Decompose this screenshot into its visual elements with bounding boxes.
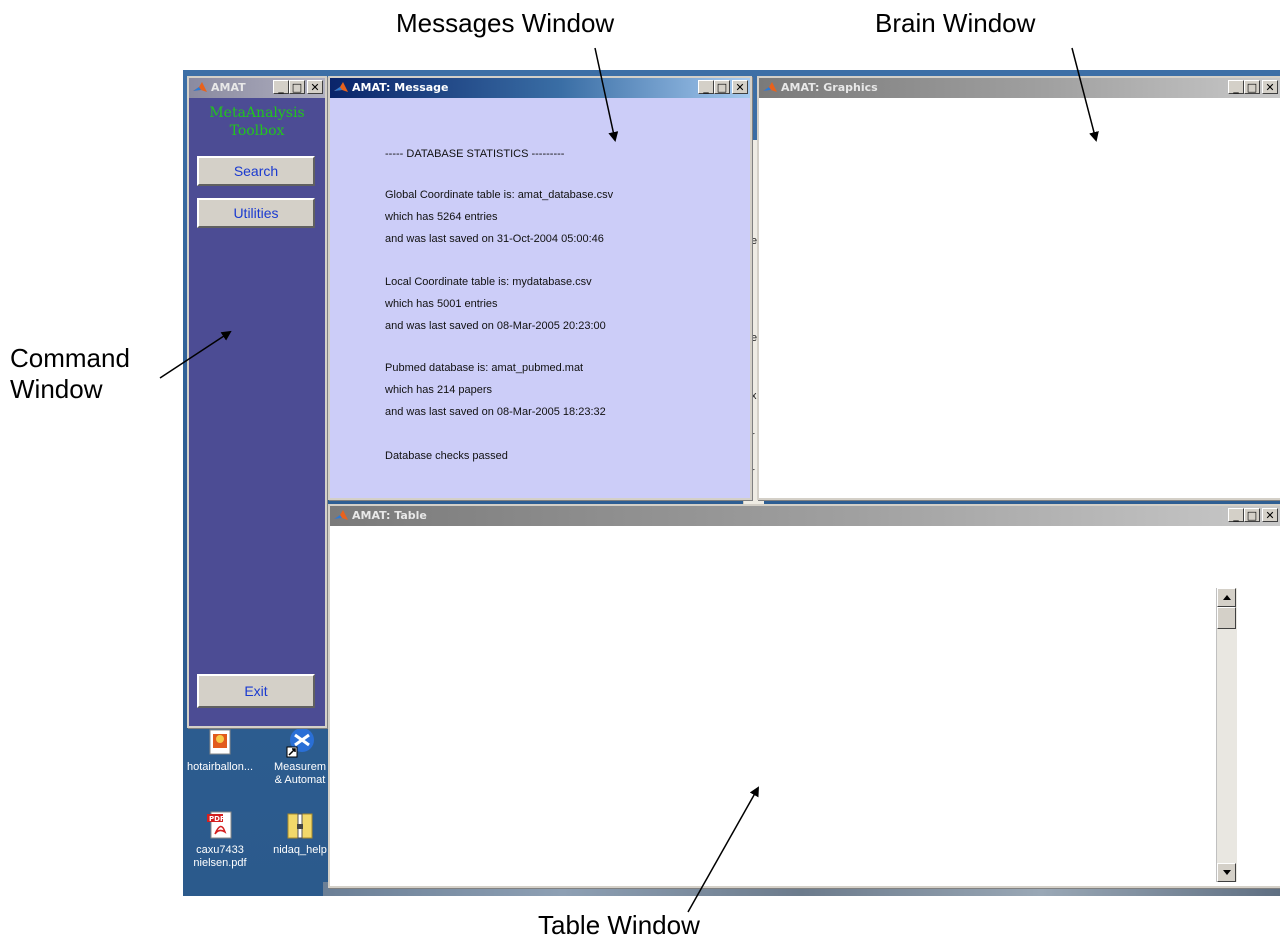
desktop-icon-label: hotairballon... [186,761,254,773]
graphics-window: AMAT: Graphics _ □ ✕ [757,76,1280,500]
command-panel: MetaAnalysis Toolbox Search Utilities Ex… [189,98,325,726]
message-line: Database checks passed [385,450,508,462]
close-button[interactable]: ✕ [732,80,748,94]
command-label-line2: Window [10,374,103,405]
table-window-label: Table Window [538,910,700,940]
graphics-canvas[interactable] [759,98,1280,498]
desktop-icon-hotairballoon[interactable]: hotairballon... [183,725,262,774]
message-window: AMAT: Message _ □ ✕ ----- DATABASE STATI… [328,76,752,500]
utilities-button[interactable]: Utilities [197,198,315,228]
matlab-logo-icon [193,82,207,92]
desktop-icon-label-line2: nielsen.pdf [193,857,247,869]
zip-folder-icon [283,808,317,842]
minimize-button[interactable]: _ [1228,80,1244,94]
minimize-button[interactable]: _ [698,80,714,94]
command-window: AMAT _ □ ✕ MetaAnalysis Toolbox Search U… [187,76,327,728]
matlab-logo-icon [763,82,777,92]
maximize-button[interactable]: □ [1244,508,1260,522]
message-line: which has 5001 entries [385,298,498,310]
toolbox-heading-line2: Toolbox [229,123,285,139]
brain-window-label: Brain Window [875,8,1036,38]
message-line: Local Coordinate table is: mydatabase.cs… [385,276,592,288]
scroll-up-button[interactable] [1217,588,1236,607]
graphics-window-title: AMAT: Graphics [781,81,878,94]
toolbox-heading-line1: MetaAnalysis [209,105,305,121]
matlab-logo-icon [334,82,348,92]
message-line: which has 214 papers [385,384,493,396]
desktop-icon-pdf[interactable]: PDF caxu7433 nielsen.pdf [183,808,262,870]
minimize-button[interactable]: _ [273,80,289,94]
pdf-badge: PDF [209,815,225,823]
command-window-title: AMAT [211,81,246,94]
maximize-button[interactable]: □ [289,80,305,94]
arrow-down-icon [1223,870,1231,875]
table-window-titlebar[interactable]: AMAT: Table _ □ ✕ [330,506,1280,526]
close-button[interactable]: ✕ [1262,80,1278,94]
message-window-title: AMAT: Message [352,81,449,94]
message-line: Pubmed database is: amat_pubmed.mat [385,362,584,374]
table-content [330,526,1280,886]
maximize-button[interactable]: □ [1244,80,1260,94]
image-file-icon [203,725,237,759]
message-line: ----- DATABASE STATISTICS --------- [385,148,565,160]
maximize-button[interactable]: □ [714,80,730,94]
message-line: and was last saved on 08-Mar-2005 18:23:… [385,406,606,418]
minimize-button[interactable]: _ [1228,508,1244,522]
command-label-line1: Command [10,343,130,373]
message-line: which has 5264 entries [385,211,498,223]
shortcut-app-icon [283,725,317,759]
table-window-title: AMAT: Table [352,509,427,522]
close-button[interactable]: ✕ [307,80,323,94]
message-content: ----- DATABASE STATISTICS --------- Glob… [330,98,750,498]
message-window-titlebar[interactable]: AMAT: Message _ □ ✕ [330,78,750,98]
message-line: and was last saved on 08-Mar-2005 20:23:… [385,320,606,332]
message-line: Global Coordinate table is: amat_databas… [385,189,614,201]
toolbox-heading: MetaAnalysis Toolbox [189,104,325,140]
command-window-titlebar[interactable]: AMAT _ □ ✕ [189,78,325,98]
arrow-up-icon [1223,595,1231,600]
table-scrollbar[interactable] [1216,588,1237,882]
close-button[interactable]: ✕ [1262,508,1278,522]
table-window: AMAT: Table _ □ ✕ [328,504,1280,888]
matlab-logo-icon [334,510,348,520]
command-window-label: Command Window [10,343,130,405]
desktop-icon-label: caxu7433 [196,844,244,856]
search-button[interactable]: Search [197,156,315,186]
graphics-window-titlebar[interactable]: AMAT: Graphics _ □ ✕ [759,78,1280,98]
scroll-thumb[interactable] [1217,607,1236,629]
pdf-file-icon: PDF [203,808,237,842]
message-line: and was last saved on 31-Oct-2004 05:00:… [385,233,604,245]
messages-window-label: Messages Window [396,8,615,38]
scroll-down-button[interactable] [1217,863,1236,882]
exit-button[interactable]: Exit [197,674,315,708]
